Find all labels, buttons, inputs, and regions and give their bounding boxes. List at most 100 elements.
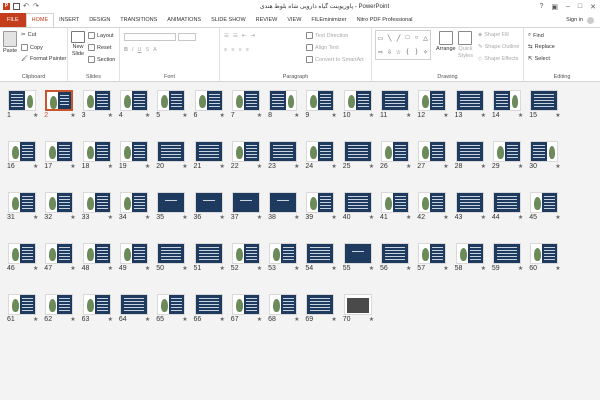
shape-fill-button[interactable]: ◈ Shape Fill	[478, 32, 509, 38]
copy-button[interactable]: Copy	[21, 44, 43, 51]
shape-effects-button[interactable]: ◇ Shape Effects	[478, 56, 518, 62]
slide-thumbnail[interactable]: 30 ★	[528, 139, 564, 177]
transition-star-icon[interactable]: ★	[294, 112, 299, 119]
transition-star-icon[interactable]: ★	[331, 112, 336, 119]
transition-star-icon[interactable]: ★	[70, 112, 75, 119]
transition-star-icon[interactable]: ★	[257, 214, 262, 221]
tab-nitro-pdf[interactable]: Nitro PDF Professional	[352, 13, 418, 27]
brace-shape-icon[interactable]: {	[406, 49, 408, 55]
arrow-shape-icon[interactable]: ⇩	[387, 49, 392, 56]
transition-star-icon[interactable]: ★	[108, 163, 113, 170]
slide-thumbnail[interactable]: 9 ★	[304, 88, 340, 126]
sign-in[interactable]: Sign in	[566, 16, 600, 24]
transition-star-icon[interactable]: ★	[294, 214, 299, 221]
transition-star-icon[interactable]: ★	[369, 214, 374, 221]
slide-thumbnail[interactable]: 64 ★	[118, 292, 154, 330]
tab-slide-show[interactable]: SLIDE SHOW	[206, 13, 251, 27]
slide-thumbnail[interactable]: 21 ★	[193, 139, 229, 177]
slide-thumbnail[interactable]: 59 ★	[491, 241, 527, 279]
transition-star-icon[interactable]: ★	[555, 163, 560, 170]
slide-thumbnail[interactable]: 20 ★	[155, 139, 191, 177]
align-left-icon[interactable]: ≡	[224, 47, 227, 53]
transition-star-icon[interactable]: ★	[406, 214, 411, 221]
slide-thumbnail[interactable]: 28 ★	[454, 139, 490, 177]
transition-star-icon[interactable]: ★	[443, 265, 448, 272]
transition-star-icon[interactable]: ★	[220, 112, 225, 119]
shape-outline-button[interactable]: ✎ Shape Outline	[478, 44, 519, 50]
transition-star-icon[interactable]: ★	[182, 112, 187, 119]
transition-star-icon[interactable]: ★	[369, 265, 374, 272]
transition-star-icon[interactable]: ★	[369, 163, 374, 170]
strikethrough-icon[interactable]: S	[146, 47, 150, 53]
slide-thumbnail[interactable]: 50 ★	[155, 241, 191, 279]
smiley-icon[interactable]	[587, 16, 594, 24]
slide-thumbnail[interactable]: 67 ★	[230, 292, 266, 330]
transition-star-icon[interactable]: ★	[406, 112, 411, 119]
align-center-icon[interactable]: ≡	[231, 47, 234, 53]
ribbon-display-icon[interactable]: ▣	[551, 3, 558, 11]
slide-thumbnail[interactable]: 68 ★	[267, 292, 303, 330]
transition-star-icon[interactable]: ★	[518, 163, 523, 170]
justify-icon[interactable]: ≡	[246, 47, 249, 53]
underline-icon[interactable]: U	[138, 47, 142, 53]
transition-star-icon[interactable]: ★	[70, 265, 75, 272]
tab-home[interactable]: HOME	[25, 13, 55, 27]
format-painter-button[interactable]: 🖌 Format Painter	[21, 56, 66, 62]
cut-button[interactable]: ✂ Cut	[21, 32, 36, 38]
transition-star-icon[interactable]: ★	[145, 112, 150, 119]
slide-thumbnail[interactable]: 16 ★	[6, 139, 42, 177]
arrange-button[interactable]: Arrange	[436, 31, 456, 52]
slide-thumbnail[interactable]: 17 ★	[43, 139, 79, 177]
font-name-combo[interactable]	[124, 33, 176, 41]
slide-thumbnail[interactable]: 31 ★	[6, 190, 42, 228]
tab-review[interactable]: REVIEW	[251, 13, 283, 27]
slide-thumbnail[interactable]: 65 ★	[155, 292, 191, 330]
slide-thumbnail[interactable]: 25 ★	[342, 139, 378, 177]
slide-thumbnail[interactable]: 70 ★	[342, 292, 378, 330]
transition-star-icon[interactable]: ★	[70, 163, 75, 170]
select-button[interactable]: ⇱ Select	[528, 56, 550, 62]
slide-thumbnail[interactable]: 47 ★	[43, 241, 79, 279]
slide-thumbnail[interactable]: 22 ★	[230, 139, 266, 177]
transition-star-icon[interactable]: ★	[443, 163, 448, 170]
transition-star-icon[interactable]: ★	[33, 214, 38, 221]
decrease-indent-icon[interactable]: ⇤	[242, 33, 247, 39]
slide-thumbnail[interactable]: 18 ★	[81, 139, 117, 177]
paste-button[interactable]: Paste	[3, 31, 17, 54]
layout-button[interactable]: Layout	[88, 32, 114, 39]
tab-file[interactable]: FILE	[0, 13, 26, 27]
slide-thumbnail[interactable]: 44 ★	[491, 190, 527, 228]
transition-star-icon[interactable]: ★	[257, 163, 262, 170]
slide-thumbnail[interactable]: 29 ★	[491, 139, 527, 177]
slide-thumbnail[interactable]: 41 ★	[379, 190, 415, 228]
bullets-icon[interactable]: ☰	[224, 33, 229, 39]
slide-thumbnail[interactable]: 15 ★	[528, 88, 564, 126]
square-shape-icon[interactable]: □	[406, 35, 410, 41]
slide-thumbnail[interactable]: 39 ★	[304, 190, 340, 228]
transition-star-icon[interactable]: ★	[331, 163, 336, 170]
slide-thumbnail[interactable]: 54 ★	[304, 241, 340, 279]
transition-star-icon[interactable]: ★	[443, 214, 448, 221]
bold-icon[interactable]: B	[124, 47, 128, 53]
arrow-shape-icon[interactable]: ⇨	[378, 49, 383, 56]
redo-icon[interactable]: ↷	[33, 3, 40, 10]
transition-star-icon[interactable]: ★	[257, 316, 262, 323]
slide-thumbnail[interactable]: 60 ★	[528, 241, 564, 279]
shapes-gallery[interactable]: ▭ ╲ ╱ □ ○ △ ⇨ ⇩ ☆ { } ✧	[375, 30, 431, 60]
transition-star-icon[interactable]: ★	[108, 214, 113, 221]
slide-thumbnail[interactable]: 48 ★	[81, 241, 117, 279]
transition-star-icon[interactable]: ★	[182, 265, 187, 272]
transition-star-icon[interactable]: ★	[294, 163, 299, 170]
slide-thumbnail[interactable]: 34 ★	[118, 190, 154, 228]
slide-thumbnail[interactable]: 63 ★	[81, 292, 117, 330]
slide-thumbnail[interactable]: 57 ★	[416, 241, 452, 279]
transition-star-icon[interactable]: ★	[481, 265, 486, 272]
slide-thumbnail[interactable]: 51 ★	[193, 241, 229, 279]
save-icon[interactable]	[13, 3, 20, 10]
transition-star-icon[interactable]: ★	[406, 265, 411, 272]
slide-thumbnail[interactable]: 8 ★	[267, 88, 303, 126]
transition-star-icon[interactable]: ★	[257, 265, 262, 272]
transition-star-icon[interactable]: ★	[518, 265, 523, 272]
help-icon[interactable]: ?	[539, 3, 543, 11]
slide-thumbnail[interactable]: 58 ★	[454, 241, 490, 279]
